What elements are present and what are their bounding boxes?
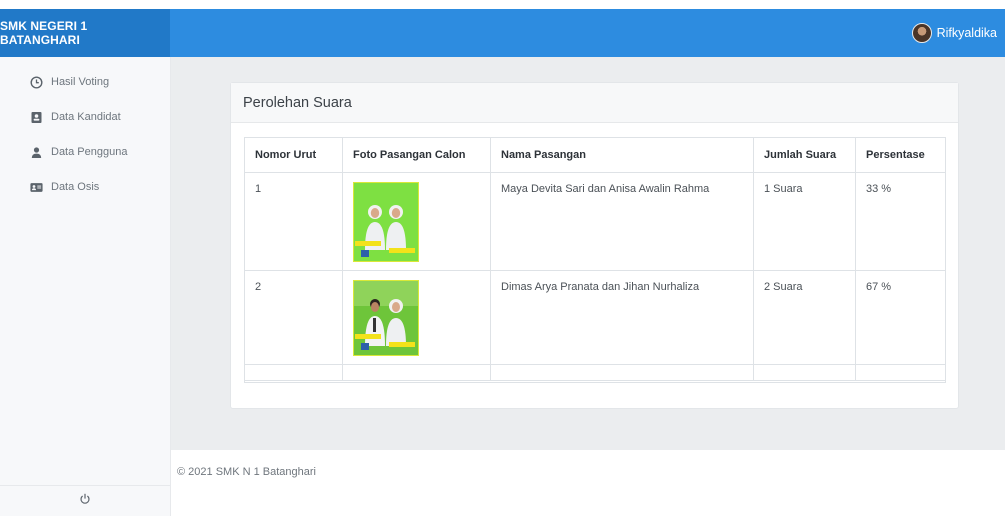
- footer-copyright: © 2021 SMK N 1 Batanghari: [177, 466, 316, 478]
- cell-nama: Dimas Arya Pranata dan Jihan Nurhaliza: [490, 270, 754, 365]
- header-nomor-urut: Nomor Urut: [245, 138, 343, 173]
- user-name[interactable]: Rifkyaldika: [937, 26, 997, 40]
- table-row: 2 Dimas Arya Pranata dan Jihan Nurhaliza…: [245, 270, 945, 365]
- cell-jumlah: 1 Suara: [753, 172, 856, 271]
- cell-nama: Maya Devita Sari dan Anisa Awalin Rahma: [490, 172, 754, 271]
- address-card-icon: [30, 181, 43, 194]
- cell-foto: [342, 172, 491, 271]
- user-icon: [30, 146, 43, 159]
- sidebar-item-label: Data Kandidat: [51, 111, 121, 123]
- table-empty-row: [245, 364, 945, 381]
- table-header-row: Nomor Urut Foto Pasangan Calon Nama Pasa…: [245, 138, 945, 173]
- id-card-icon: [30, 111, 43, 124]
- top-navbar: SMK NEGERI 1 BATANGHARI Rifkyaldika: [0, 9, 1005, 57]
- cell-nomor: 1: [245, 172, 343, 271]
- power-icon: [79, 492, 91, 510]
- candidate-photo: [353, 182, 419, 262]
- header-jumlah: Jumlah Suara: [753, 138, 856, 173]
- user-menu[interactable]: Rifkyaldika: [911, 9, 997, 57]
- cell-jumlah: 2 Suara: [753, 270, 856, 365]
- table-row: 1 Maya Devita Sari dan Anisa Awalin Rahm…: [245, 172, 945, 271]
- sidebar-item-data-osis[interactable]: Data Osis: [0, 175, 170, 199]
- cell-persentase: 33 %: [855, 172, 945, 271]
- brand-title[interactable]: SMK NEGERI 1 BATANGHARI: [0, 9, 170, 57]
- card-title: Perolehan Suara: [231, 83, 958, 123]
- sidebar-item-label: Data Pengguna: [51, 146, 128, 158]
- cell-nomor: 2: [245, 270, 343, 365]
- vote-table-container: Nomor Urut Foto Pasangan Calon Nama Pasa…: [244, 137, 946, 383]
- header-persentase: Persentase: [855, 138, 945, 173]
- cell-foto: [342, 270, 491, 365]
- logout-button[interactable]: [0, 485, 170, 516]
- sidebar-item-label: Hasil Voting: [51, 76, 110, 88]
- header-nama: Nama Pasangan: [490, 138, 754, 173]
- sidebar-item-data-kandidat[interactable]: Data Kandidat: [0, 105, 170, 129]
- user-avatar[interactable]: [911, 23, 932, 43]
- sidebar-item-label: Data Osis: [51, 181, 100, 193]
- vote-results-table: Nomor Urut Foto Pasangan Calon Nama Pasa…: [245, 138, 945, 381]
- candidate-photo: [353, 280, 419, 356]
- sidebar: Hasil Voting Data Kandidat Data Pengguna…: [0, 57, 171, 516]
- clock-icon: [30, 75, 43, 89]
- cell-persentase: 67 %: [855, 270, 945, 365]
- vote-result-card: Perolehan Suara Nomor Urut Foto Pasangan…: [230, 82, 959, 409]
- sidebar-item-data-pengguna[interactable]: Data Pengguna: [0, 140, 170, 164]
- header-foto: Foto Pasangan Calon: [342, 138, 491, 173]
- sidebar-item-hasil-voting[interactable]: Hasil Voting: [0, 70, 170, 94]
- main-content: Perolehan Suara Nomor Urut Foto Pasangan…: [171, 57, 1005, 450]
